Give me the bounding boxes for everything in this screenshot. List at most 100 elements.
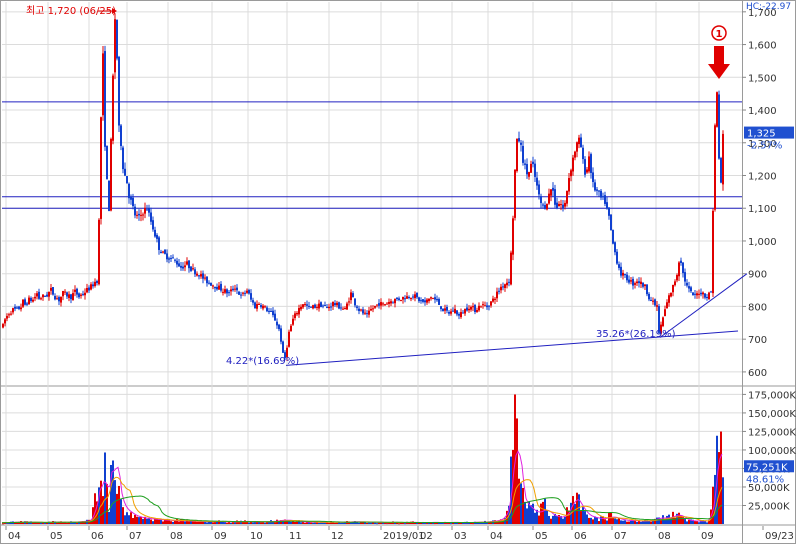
candle-body <box>390 301 392 304</box>
candle-body <box>642 282 644 287</box>
candle-body <box>372 308 374 310</box>
candle-body <box>368 310 370 315</box>
candle-body <box>38 291 40 299</box>
volume-bar <box>622 520 624 524</box>
volume-bar <box>342 522 344 524</box>
volume-bar <box>376 523 378 525</box>
candle-body <box>652 300 654 302</box>
candle-body <box>94 281 96 287</box>
volume-bar <box>368 522 370 524</box>
volume-bar <box>516 418 518 524</box>
candle-body <box>650 299 652 301</box>
candle-body <box>394 299 396 304</box>
volume-bar <box>224 522 226 524</box>
volume-bar <box>620 520 622 524</box>
x-tick-label: 03 <box>454 531 467 542</box>
candle-body <box>714 125 716 210</box>
candle-body <box>126 176 128 184</box>
candle-body <box>698 293 700 295</box>
candle-body <box>140 214 142 216</box>
volume-bar <box>128 515 130 524</box>
candle-body <box>334 303 336 306</box>
candle-body <box>682 262 684 274</box>
volume-bar <box>176 518 178 524</box>
volume-bar <box>612 517 614 524</box>
candle-body <box>470 306 472 310</box>
candle-body <box>350 292 352 301</box>
x-tick-label: 05 <box>50 531 63 542</box>
candle-body <box>410 298 412 300</box>
volume-bar <box>66 522 68 524</box>
candle-body <box>4 319 6 324</box>
candle-body <box>532 161 534 165</box>
candle-body <box>458 313 460 316</box>
candle-body <box>156 234 158 239</box>
volume-bar <box>706 522 708 524</box>
volume-bar <box>698 522 700 524</box>
volume-bar <box>264 522 266 524</box>
volume-bar <box>118 485 120 524</box>
candle-body <box>644 284 646 287</box>
volume-bar <box>614 518 616 524</box>
candle-body <box>164 249 166 254</box>
volume-bar <box>572 496 574 524</box>
volume-bar <box>434 523 436 525</box>
candle-body <box>36 293 38 297</box>
candle-body <box>240 294 242 296</box>
candle-body <box>482 304 484 306</box>
price-tick-label: 700 <box>748 335 767 346</box>
candle-body <box>276 321 278 326</box>
volume-bar <box>220 521 222 524</box>
candle-body <box>178 263 180 267</box>
candle-body <box>278 324 280 330</box>
volume-bar <box>470 522 472 524</box>
candle-body <box>508 281 510 283</box>
candle-body <box>78 293 80 298</box>
candle-body <box>332 301 334 307</box>
x-tick-label: 04 <box>8 531 21 542</box>
candle-body <box>450 311 452 314</box>
volume-bar <box>482 522 484 524</box>
candle-body <box>220 283 222 291</box>
x-tick-label: 12 <box>331 531 344 542</box>
volume-bar <box>230 522 232 524</box>
volume-bar <box>146 518 148 524</box>
candle-body <box>322 305 324 307</box>
candle-body <box>562 204 564 209</box>
candle-body <box>124 168 126 176</box>
candle-body <box>700 292 702 295</box>
volume-bar <box>296 521 298 524</box>
candle-body <box>146 209 148 211</box>
candle-body <box>556 202 558 209</box>
volume-bar <box>534 512 536 524</box>
candle-body <box>328 306 330 309</box>
x-tick-label: 08 <box>658 531 671 542</box>
candle-body <box>500 286 502 291</box>
volume-bar <box>336 522 338 524</box>
x-tick-label: 07 <box>129 531 142 542</box>
candle-body <box>400 299 402 301</box>
volume-bar <box>150 519 152 524</box>
candle-body <box>418 297 420 302</box>
volume-bar <box>76 522 78 524</box>
candle-body <box>274 313 276 321</box>
volume-bar <box>208 521 210 524</box>
candle-body <box>258 303 260 305</box>
candle-body <box>438 298 440 305</box>
current-price-label: 1,325 <box>747 129 776 140</box>
candle-body <box>112 75 114 141</box>
candle-body <box>386 303 388 305</box>
candle-body <box>382 303 384 305</box>
candle-body <box>264 306 266 308</box>
candle-body <box>206 276 208 284</box>
volume-bar <box>106 483 108 524</box>
candle-body <box>538 184 540 195</box>
candle-body <box>298 308 300 315</box>
candle-body <box>342 308 344 310</box>
volume-bar <box>684 519 686 524</box>
volume-bar <box>564 516 566 524</box>
price-tick-label: 1,000 <box>748 237 777 248</box>
candle-body <box>678 262 680 277</box>
volume-bar <box>550 518 552 524</box>
candle-body <box>464 308 466 314</box>
